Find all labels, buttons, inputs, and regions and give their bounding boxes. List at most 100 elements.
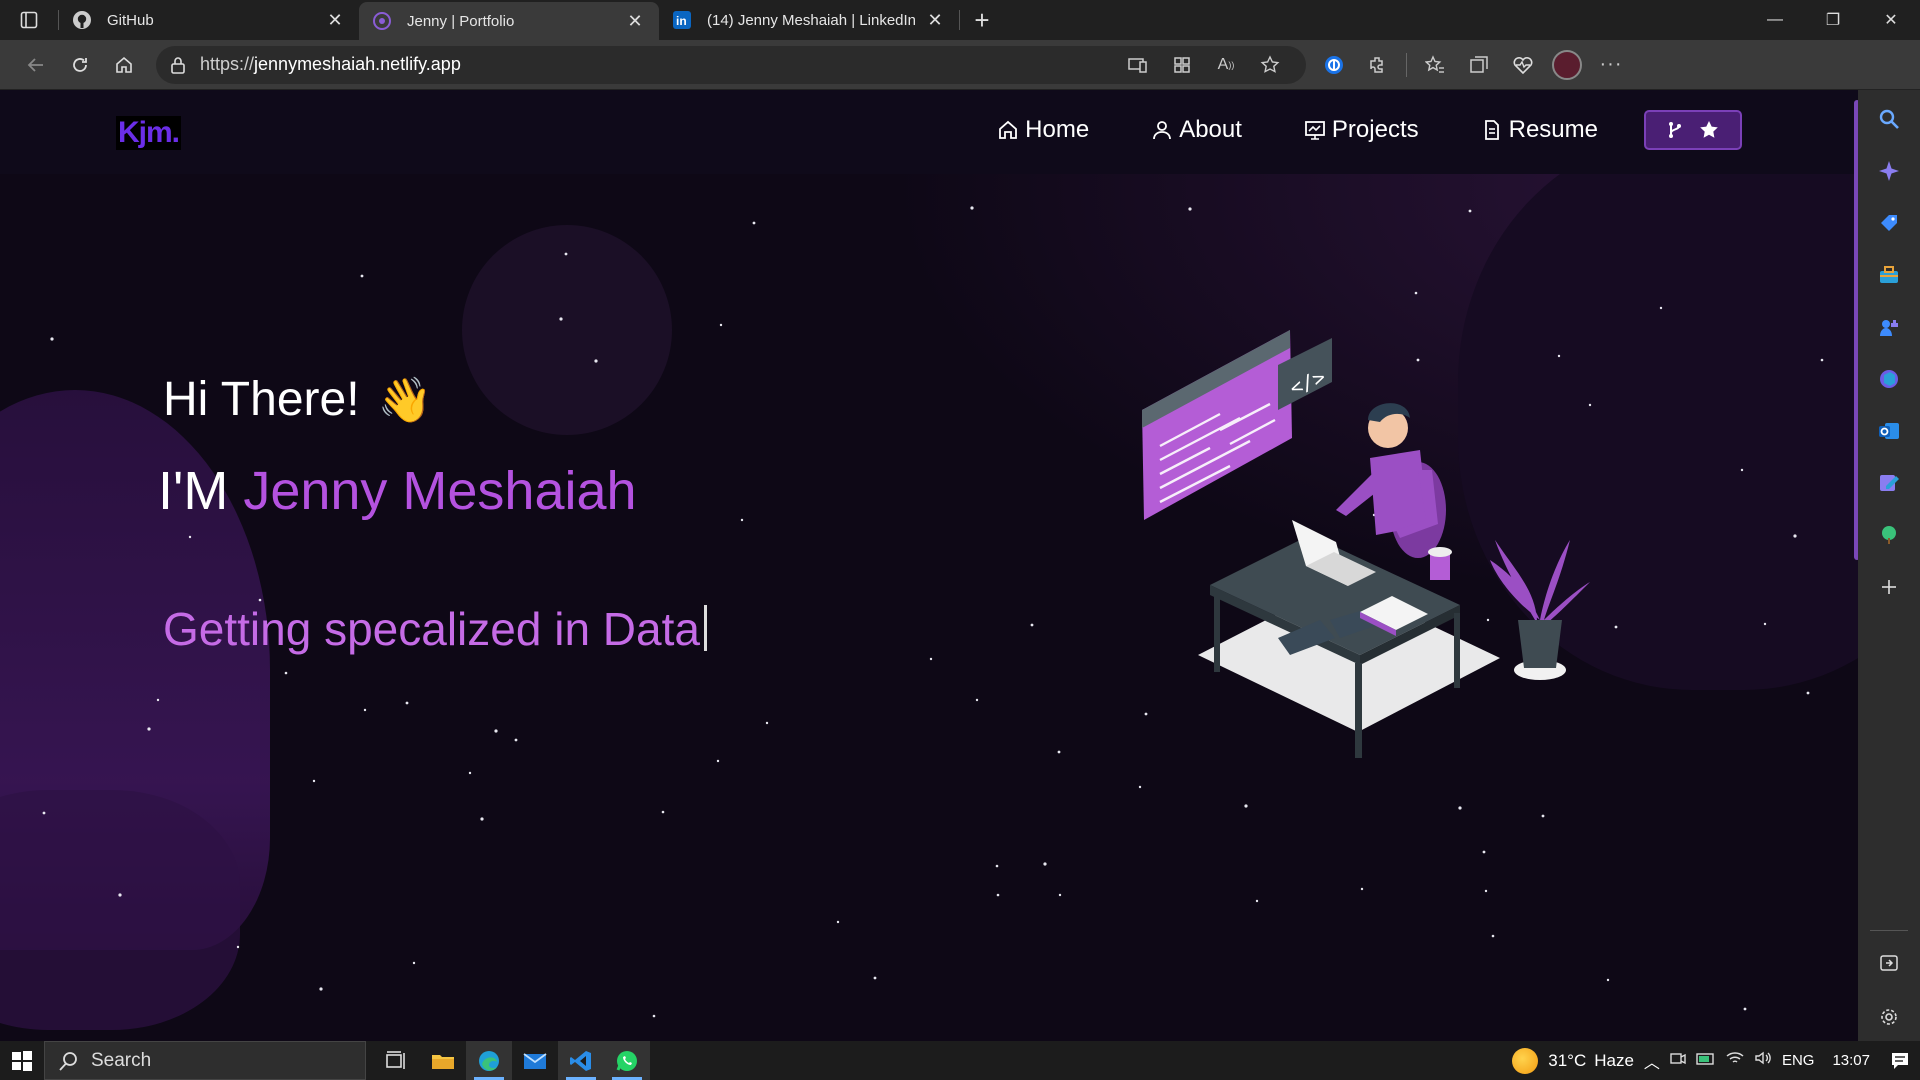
add-sidebar-icon[interactable] bbox=[1874, 572, 1904, 602]
typed-text: Getting specalized in Data bbox=[163, 603, 700, 655]
tools-icon[interactable] bbox=[1874, 260, 1904, 290]
url-host: jennymeshaiah.netlify.app bbox=[254, 54, 461, 74]
greeting-text: Hi There! bbox=[163, 373, 360, 426]
document-icon bbox=[1484, 120, 1499, 140]
weather-description[interactable]: Haze bbox=[1594, 1051, 1634, 1071]
games-icon[interactable] bbox=[1874, 312, 1904, 342]
tab-actions-button[interactable] bbox=[0, 0, 58, 40]
close-window-button[interactable]: ✕ bbox=[1862, 0, 1920, 40]
password-manager-icon[interactable] bbox=[1312, 45, 1356, 85]
taskbar-search[interactable]: Search bbox=[44, 1041, 366, 1080]
site-nav: Home About Projects Resume bbox=[935, 110, 1742, 150]
more-menu-icon[interactable]: ··· bbox=[1589, 45, 1633, 85]
language-indicator[interactable]: ENG bbox=[1782, 1052, 1815, 1069]
collections-icon[interactable] bbox=[1457, 45, 1501, 85]
windows-logo-icon bbox=[12, 1050, 32, 1071]
refresh-icon bbox=[73, 57, 87, 72]
shopping-tag-icon[interactable] bbox=[1874, 208, 1904, 238]
close-tab-icon[interactable]: ✕ bbox=[623, 9, 647, 33]
portfolio-icon bbox=[371, 10, 393, 32]
tab-title: (14) Jenny Meshaiah | LinkedIn bbox=[707, 11, 917, 29]
home-button[interactable] bbox=[102, 45, 146, 85]
chevron-up-icon[interactable]: ︿ bbox=[1644, 1049, 1660, 1073]
outlook-icon[interactable] bbox=[1874, 416, 1904, 446]
lock-icon bbox=[170, 56, 186, 74]
nav-home[interactable]: Home bbox=[997, 116, 1089, 144]
developer-illustration: </> bbox=[1142, 330, 1590, 758]
new-tab-button[interactable]: + bbox=[960, 0, 1004, 40]
edge-taskbar-button[interactable] bbox=[466, 1041, 512, 1080]
nav-resume[interactable]: Resume bbox=[1481, 116, 1598, 144]
weather-temperature[interactable]: 31°C bbox=[1548, 1051, 1586, 1071]
edge-icon bbox=[479, 1050, 499, 1071]
copilot-icon[interactable] bbox=[1874, 156, 1904, 186]
plant-illustration bbox=[1490, 540, 1590, 680]
notification-center-button[interactable] bbox=[1880, 1041, 1920, 1080]
app-available-icon[interactable] bbox=[1116, 45, 1160, 85]
home-icon bbox=[999, 120, 1018, 139]
wifi-icon[interactable] bbox=[1726, 1050, 1744, 1071]
clock[interactable]: 13:07 bbox=[1832, 1052, 1870, 1069]
apps-grid-icon[interactable] bbox=[1160, 45, 1204, 85]
restore-button[interactable]: ❐ bbox=[1804, 0, 1862, 40]
site-logo[interactable]: Kjm. bbox=[116, 116, 182, 150]
task-view-button[interactable] bbox=[374, 1041, 420, 1080]
search-icon bbox=[59, 1051, 77, 1071]
wave-hand-icon: 👋 bbox=[377, 375, 433, 425]
vscode-button[interactable] bbox=[558, 1041, 604, 1080]
site-navbar: Kjm. Home About Projects Resume bbox=[0, 90, 1858, 174]
tab-portfolio[interactable]: Jenny | Portfolio ✕ bbox=[359, 2, 659, 40]
tab-linkedin[interactable]: in (14) Jenny Meshaiah | LinkedIn ✕ bbox=[659, 0, 959, 40]
mail-button[interactable] bbox=[512, 1041, 558, 1080]
back-button[interactable] bbox=[14, 45, 58, 85]
home-browser-icon bbox=[116, 56, 132, 73]
projects-icon bbox=[1305, 121, 1325, 140]
tab-title: GitHub bbox=[107, 11, 154, 29]
favorites-icon[interactable] bbox=[1413, 45, 1457, 85]
refresh-button[interactable] bbox=[58, 45, 102, 85]
tab-github[interactable]: GitHub ✕ bbox=[59, 0, 359, 40]
address-bar[interactable]: https://jennymeshaiah.netlify.app A)) bbox=[156, 45, 1306, 85]
browser-toolbar: https://jennymeshaiah.netlify.app A)) ··… bbox=[0, 40, 1920, 90]
task-view-icon bbox=[386, 1050, 405, 1069]
weather-haze-icon[interactable] bbox=[1512, 1047, 1539, 1074]
mail-icon bbox=[523, 1052, 547, 1069]
whatsapp-button[interactable] bbox=[604, 1041, 650, 1080]
intro-prefix: I'M bbox=[158, 461, 244, 521]
close-tab-icon[interactable]: ✕ bbox=[923, 8, 947, 32]
tree-icon[interactable] bbox=[1874, 520, 1904, 550]
url-scheme: https:// bbox=[200, 54, 255, 74]
hide-sidebar-icon[interactable] bbox=[1874, 948, 1904, 978]
back-arrow-icon bbox=[27, 57, 43, 72]
profile-avatar[interactable] bbox=[1545, 45, 1589, 85]
health-icon[interactable] bbox=[1501, 45, 1545, 85]
minimize-button[interactable]: — bbox=[1746, 0, 1804, 40]
folder-icon bbox=[432, 1054, 454, 1069]
typing-cursor bbox=[703, 605, 707, 651]
nav-projects[interactable]: Projects bbox=[1304, 116, 1419, 144]
microsoft-365-icon[interactable] bbox=[1874, 364, 1904, 394]
file-explorer-button[interactable] bbox=[420, 1041, 466, 1080]
read-aloud-icon[interactable]: A)) bbox=[1204, 45, 1248, 85]
intro-name: Jenny Meshaiah bbox=[243, 461, 637, 521]
volume-icon[interactable] bbox=[1754, 1050, 1772, 1071]
battery-icon[interactable] bbox=[1696, 1051, 1716, 1071]
close-tab-icon[interactable]: ✕ bbox=[323, 8, 347, 32]
meet-now-icon[interactable] bbox=[1670, 1050, 1686, 1071]
star-icon bbox=[1700, 121, 1718, 138]
linkedin-icon: in bbox=[671, 9, 693, 31]
extensions-icon[interactable] bbox=[1356, 45, 1400, 85]
svg-text:in: in bbox=[676, 14, 687, 28]
github-star-button[interactable] bbox=[1644, 110, 1742, 150]
whatsapp-icon bbox=[616, 1050, 637, 1071]
notification-icon bbox=[1892, 1052, 1908, 1069]
add-favorite-icon[interactable] bbox=[1248, 45, 1292, 85]
code-window-illustration: </> bbox=[1142, 330, 1332, 520]
greeting-heading: Hi There! 👋 bbox=[163, 372, 432, 427]
search-icon[interactable] bbox=[1874, 104, 1904, 134]
settings-gear-icon[interactable] bbox=[1874, 1002, 1904, 1032]
start-button[interactable] bbox=[0, 1041, 44, 1080]
nav-projects-label: Projects bbox=[1331, 116, 1419, 143]
drop-icon[interactable] bbox=[1874, 468, 1904, 498]
nav-about[interactable]: About bbox=[1151, 116, 1242, 144]
